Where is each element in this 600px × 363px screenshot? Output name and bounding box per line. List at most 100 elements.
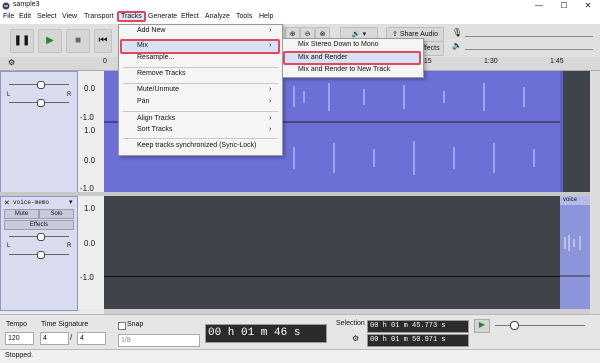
menu-generate[interactable]: Generate <box>148 13 177 20</box>
track-close-icon[interactable]: ✕ <box>4 199 10 207</box>
snap-label: Snap <box>127 321 144 328</box>
submenu-arrow-icon: › <box>269 86 272 93</box>
time-signature-label: Time Signature <box>41 321 89 328</box>
menu-help[interactable]: Help <box>259 13 273 20</box>
record-meter[interactable] <box>465 30 593 37</box>
vertical-scrollbar[interactable] <box>590 71 600 314</box>
clip-waveform-graphic <box>560 235 590 277</box>
menu-tracks[interactable]: Tracks <box>117 11 146 22</box>
menu-analyze[interactable]: Analyze <box>205 13 230 20</box>
tracks-menu: Add New › Mix › Resample... Remove Track… <box>118 24 283 156</box>
selection-toolbar: Tempo 120 Time Signature 4 / 4 Snap 1/8 … <box>0 314 600 350</box>
submenu-arrow-icon: › <box>269 98 272 105</box>
menu-item-remove-tracks[interactable]: Remove Tracks <box>137 70 186 77</box>
close-button[interactable]: ✕ <box>575 0 600 12</box>
skip-start-icon: ⏮ <box>98 35 108 46</box>
menu-tools[interactable]: Tools <box>236 13 252 20</box>
playback-meter[interactable] <box>465 43 593 50</box>
time-signature-denominator[interactable]: 4 <box>77 332 106 345</box>
track-2-control-panel[interactable]: ✕ voice-memo ▾ Mute Solo Effects L R <box>0 196 78 311</box>
stop-icon: ■ <box>74 35 82 46</box>
track-2-empty-region[interactable] <box>104 196 560 309</box>
scale-label: -1.0 <box>80 113 94 122</box>
snap-select[interactable]: 1/8 <box>118 334 200 347</box>
time-signature-numerator[interactable]: 4 <box>40 332 69 345</box>
menu-effect[interactable]: Effect <box>181 13 199 20</box>
menu-item-sync-lock[interactable]: Keep tracks synchronized (Sync-Lock) <box>137 142 256 149</box>
zoom-fit-icon: ⊗ <box>319 31 326 38</box>
playback-speed-slider[interactable] <box>495 325 585 326</box>
gain-slider-handle[interactable] <box>37 233 45 241</box>
track-1-empty-region[interactable] <box>560 71 590 192</box>
share-icon: ⇪ <box>392 31 400 38</box>
scale-label: 0.0 <box>84 156 96 165</box>
track-separator <box>0 192 590 196</box>
menu-item-pan[interactable]: Pan <box>137 98 149 105</box>
minimize-button[interactable]: — <box>526 0 552 12</box>
skip-start-button[interactable]: ⏮ <box>94 29 112 53</box>
menu-edit[interactable]: Edit <box>19 13 31 20</box>
menu-item-mix-stereo-down-to-mono[interactable]: Mix Stereo Down to Mono <box>298 41 379 48</box>
menu-item-align-tracks[interactable]: Align Tracks <box>137 115 175 122</box>
selection-settings-icon[interactable]: ⚙ <box>352 334 359 343</box>
pause-button[interactable]: ❚❚ <box>10 29 34 53</box>
menu-item-mix-and-render[interactable]: Mix and Render <box>298 54 347 61</box>
speaker-meter-icon: 🔈 <box>452 41 462 50</box>
maximize-button[interactable]: ☐ <box>551 0 577 12</box>
snap-checkbox[interactable] <box>118 322 126 330</box>
ruler-tick: 1:30 <box>484 58 498 65</box>
track-1-control-panel[interactable]: L R <box>0 71 78 194</box>
menu-item-add-new[interactable]: Add New <box>137 27 165 34</box>
status-text: Stopped. <box>5 352 34 359</box>
submenu-arrow-icon: › <box>269 115 272 122</box>
track-name[interactable]: voice-memo <box>13 199 49 206</box>
mute-button[interactable]: Mute <box>4 209 39 219</box>
menu-view[interactable]: View <box>62 13 77 20</box>
menu-transport[interactable]: Transport <box>84 13 114 20</box>
submenu-arrow-icon: › <box>269 126 272 133</box>
menu-separator <box>123 138 278 139</box>
window-title: sample3 <box>13 1 40 8</box>
menu-item-mix-and-render-to-new-track[interactable]: Mix and Render to New Track <box>298 66 390 73</box>
track-2-clip[interactable]: voice <box>560 196 590 309</box>
ruler-tick: 1:45 <box>550 58 564 65</box>
title-bar: sample3 — ☐ ✕ <box>0 0 600 12</box>
speaker-icon: 🔊 ▾ <box>351 31 367 38</box>
mix-submenu: Mix Stereo Down to Mono Mix and Render M… <box>282 38 424 78</box>
tempo-field[interactable]: 120 <box>5 332 34 345</box>
status-bar: Stopped. <box>0 349 600 363</box>
scale-label: -1.0 <box>80 273 94 282</box>
pause-icon: ❚❚ <box>13 35 31 46</box>
play-icon: ▶ <box>478 320 486 329</box>
scale-label: 0.0 <box>84 84 96 93</box>
menu-item-mute-unmute[interactable]: Mute/Unmute <box>137 86 179 93</box>
menu-file[interactable]: File <box>3 13 14 20</box>
menu-item-mix[interactable]: Mix <box>137 42 148 49</box>
share-audio-label: Share Audio <box>399 31 438 38</box>
playback-speed-handle[interactable] <box>510 321 519 330</box>
submenu-arrow-icon: › <box>269 42 272 49</box>
play-at-speed-button[interactable]: ▶ <box>474 319 490 333</box>
solo-button[interactable]: Solo <box>39 209 74 219</box>
track-menu-icon[interactable]: ▾ <box>69 198 73 206</box>
ruler-tick: 0 <box>103 58 107 65</box>
track-2-amplitude-scale: 1.0 0.0 -1.0 <box>78 196 104 309</box>
clip-end-marker <box>560 71 563 192</box>
time-display[interactable]: 00 h 01 m 46 s <box>205 324 327 343</box>
play-button[interactable]: ▶ <box>38 29 62 53</box>
menu-item-sort-tracks[interactable]: Sort Tracks <box>137 126 172 133</box>
track-2-center-line <box>104 276 560 277</box>
menu-item-resample[interactable]: Resample... <box>137 54 174 61</box>
selection-start-time[interactable]: 00 h 01 m 45.773 s <box>367 320 469 333</box>
track-effects-button[interactable]: Effects <box>4 220 74 230</box>
pan-slider-handle[interactable] <box>37 99 45 107</box>
pan-right-label: R <box>67 92 72 98</box>
pan-left-label: L <box>7 92 11 98</box>
app-logo-icon <box>2 2 10 10</box>
gain-slider-handle[interactable] <box>37 81 45 89</box>
ruler-settings-icon[interactable]: ⚙ <box>8 58 15 67</box>
menu-select[interactable]: Select <box>37 13 56 20</box>
pan-slider-handle[interactable] <box>37 251 45 259</box>
selection-end-time[interactable]: 00 h 01 m 50.971 s <box>367 334 469 347</box>
stop-button[interactable]: ■ <box>66 29 90 53</box>
